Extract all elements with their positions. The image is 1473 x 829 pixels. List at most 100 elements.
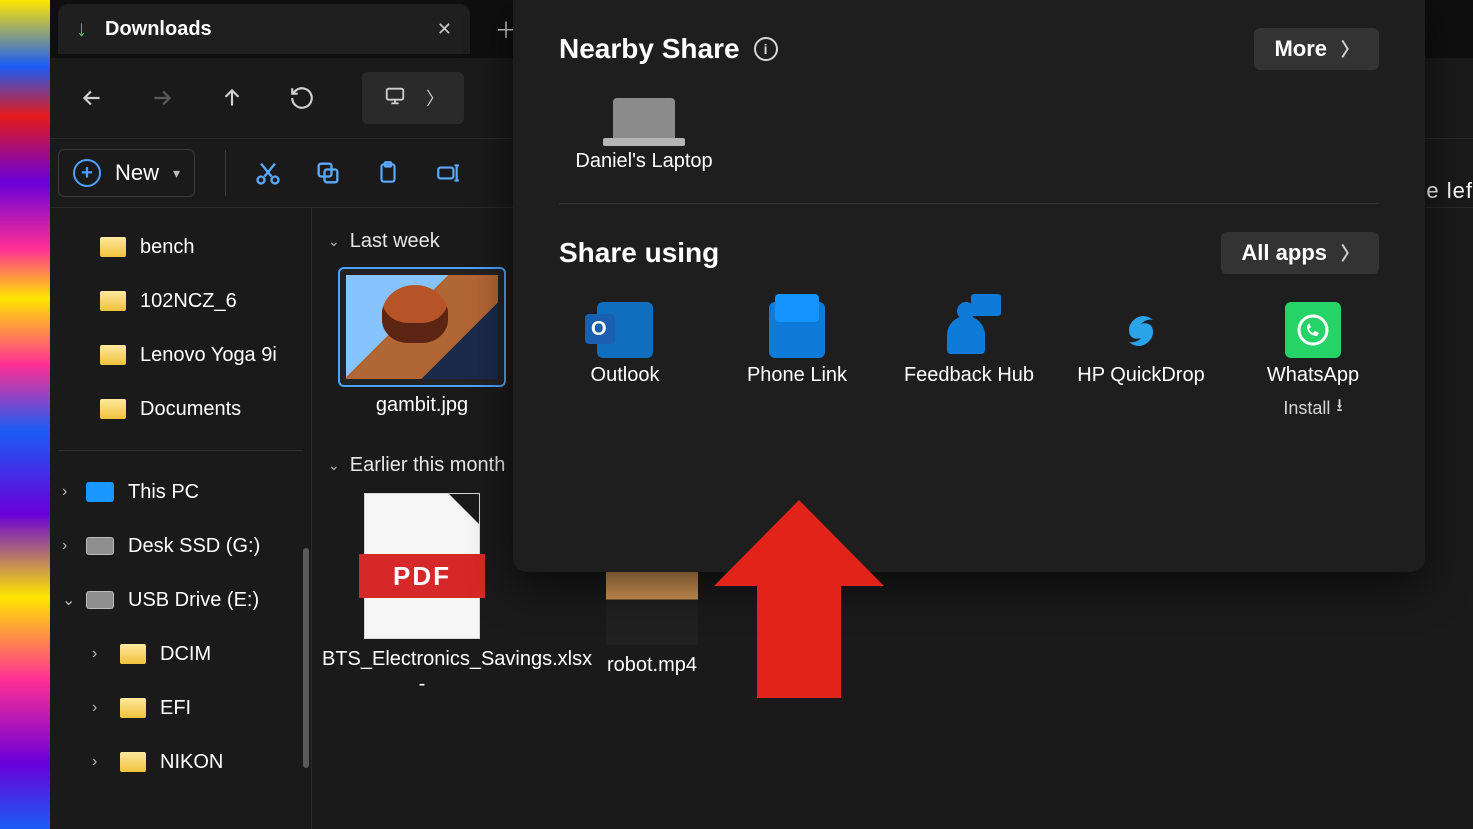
sidebar-item-label: DCIM bbox=[160, 643, 211, 666]
outlook-icon bbox=[597, 302, 653, 358]
drive-icon bbox=[86, 591, 114, 609]
app-label: HP QuickDrop bbox=[1077, 364, 1204, 387]
scrollbar-thumb[interactable] bbox=[303, 548, 309, 768]
new-button[interactable]: + New ▾ bbox=[58, 149, 195, 197]
hp-quickdrop-icon bbox=[1113, 302, 1169, 358]
file-item[interactable]: PDFBTS_Electronics_Savings.xlsx - bbox=[322, 493, 522, 697]
sidebar-item-label: USB Drive (E:) bbox=[128, 589, 259, 612]
sidebar-item-folder[interactable]: › NIKON bbox=[50, 735, 311, 789]
group-header-label: Last week bbox=[350, 230, 440, 253]
separator bbox=[58, 450, 303, 451]
sidebar-item-label: bench bbox=[140, 236, 195, 259]
address-bar[interactable]: 〉 bbox=[362, 72, 464, 124]
chevron-down-icon: ⌄ bbox=[328, 457, 340, 474]
nearby-share-section: Nearby Share i More 〉 Daniel's Laptop bbox=[559, 0, 1379, 203]
share-app-phone[interactable]: Phone Link bbox=[731, 302, 863, 423]
sidebar-item-drive[interactable]: ⌄ USB Drive (E:) bbox=[50, 573, 311, 627]
refresh-button[interactable] bbox=[272, 73, 332, 123]
expand-icon[interactable]: ⌄ bbox=[62, 590, 75, 610]
folder-icon bbox=[100, 399, 126, 419]
all-apps-button[interactable]: All apps 〉 bbox=[1221, 232, 1379, 274]
sidebar-item-label: EFI bbox=[160, 697, 191, 720]
sidebar-item-folder[interactable]: › EFI bbox=[50, 681, 311, 735]
chevron-right-icon: 〉 bbox=[1341, 36, 1359, 62]
drive-icon bbox=[86, 537, 114, 555]
plus-icon: + bbox=[73, 159, 101, 187]
close-icon[interactable]: ✕ bbox=[437, 19, 452, 40]
folder-icon bbox=[100, 345, 126, 365]
expand-icon[interactable]: › bbox=[92, 699, 97, 717]
sidebar-item-label: 102NCZ_6 bbox=[140, 290, 237, 313]
folder-icon bbox=[120, 752, 146, 772]
phone-link-icon bbox=[769, 302, 825, 358]
tab-downloads[interactable]: ↓ Downloads ✕ bbox=[58, 4, 470, 54]
feedback-hub-icon bbox=[941, 302, 997, 358]
sidebar-item-folder[interactable]: › DCIM bbox=[50, 627, 311, 681]
sidebar-item-folder[interactable]: bench bbox=[50, 220, 311, 274]
all-apps-label: All apps bbox=[1241, 240, 1327, 266]
truncated-text: e lef bbox=[1426, 178, 1473, 204]
sidebar-item-drive[interactable]: › Desk SSD (G:) bbox=[50, 519, 311, 573]
share-app-hp[interactable]: HP QuickDrop bbox=[1075, 302, 1207, 423]
share-using-title: Share using bbox=[559, 237, 719, 269]
sidebar-item-label: Desk SSD (G:) bbox=[128, 535, 260, 558]
share-app-feedback[interactable]: Feedback Hub bbox=[903, 302, 1035, 423]
download-icon: ↓ bbox=[76, 16, 87, 42]
expand-icon[interactable]: › bbox=[92, 753, 97, 771]
copy-button[interactable] bbox=[298, 148, 358, 198]
sidebar-item-folder[interactable]: Lenovo Yoga 9i bbox=[50, 328, 311, 382]
app-label: WhatsApp bbox=[1267, 364, 1359, 387]
chevron-right-icon: 〉 bbox=[1341, 240, 1359, 266]
folder-icon bbox=[100, 237, 126, 257]
sidebar-item-label: Lenovo Yoga 9i bbox=[140, 344, 277, 367]
expand-icon[interactable]: › bbox=[62, 483, 67, 501]
rename-button[interactable] bbox=[418, 148, 478, 198]
sidebar-item-label: Documents bbox=[140, 398, 241, 421]
image-thumbnail bbox=[346, 275, 498, 379]
sidebar-item-folder[interactable]: Documents bbox=[50, 382, 311, 436]
file-label: robot.mp4 bbox=[607, 653, 697, 678]
sidebar-item-folder[interactable]: 102NCZ_6 bbox=[50, 274, 311, 328]
group-header-label: Earlier this month bbox=[350, 454, 506, 477]
more-label: More bbox=[1274, 36, 1327, 62]
download-icon: ⭳ bbox=[1336, 393, 1342, 423]
expand-icon[interactable]: › bbox=[62, 537, 67, 555]
info-icon[interactable]: i bbox=[754, 37, 778, 61]
paste-button[interactable] bbox=[358, 148, 418, 198]
up-button[interactable] bbox=[202, 73, 262, 123]
share-app-whatsapp[interactable]: WhatsAppInstall ⭳ bbox=[1247, 302, 1379, 423]
nearby-device[interactable]: Daniel's Laptop bbox=[559, 98, 729, 173]
share-app-outlook[interactable]: Outlook bbox=[559, 302, 691, 423]
laptop-icon bbox=[613, 98, 675, 138]
back-button[interactable] bbox=[62, 73, 122, 123]
expand-icon[interactable]: › bbox=[92, 645, 97, 663]
cut-button[interactable] bbox=[238, 148, 298, 198]
tab-title: Downloads bbox=[105, 18, 437, 41]
sidebar-item-label: This PC bbox=[128, 481, 199, 504]
pc-icon bbox=[86, 482, 114, 502]
folder-icon bbox=[100, 291, 126, 311]
file-item[interactable]: gambit.jpg bbox=[322, 269, 522, 418]
sidebar-item-label: NIKON bbox=[160, 751, 223, 774]
share-using-section: Share using All apps 〉 Outlook Phone Link… bbox=[559, 203, 1379, 453]
app-label: Outlook bbox=[591, 364, 660, 387]
device-label: Daniel's Laptop bbox=[575, 150, 712, 173]
navigation-sidebar: bench 102NCZ_6 Lenovo Yoga 9i Documents › Th… bbox=[50, 208, 312, 829]
sidebar-item-drive[interactable]: › This PC bbox=[50, 465, 311, 519]
app-label: Phone Link bbox=[747, 364, 847, 387]
file-label: gambit.jpg bbox=[376, 393, 468, 418]
chevron-down-icon: ▾ bbox=[173, 165, 180, 182]
nearby-share-title: Nearby Share bbox=[559, 33, 740, 65]
more-button[interactable]: More 〉 bbox=[1254, 28, 1379, 70]
chevron-down-icon: ⌄ bbox=[328, 233, 340, 250]
app-label: Feedback Hub bbox=[904, 364, 1034, 387]
whatsapp-icon bbox=[1285, 302, 1341, 358]
share-dialog: Nearby Share i More 〉 Daniel's Laptop Sh… bbox=[513, 0, 1425, 572]
folder-icon bbox=[120, 644, 146, 664]
desktop-wallpaper bbox=[0, 0, 50, 829]
monitor-icon bbox=[382, 85, 408, 112]
folder-icon bbox=[120, 698, 146, 718]
chevron-right-icon[interactable]: 〉 bbox=[426, 85, 444, 111]
forward-button[interactable] bbox=[132, 73, 192, 123]
file-label: BTS_Electronics_Savings.xlsx - bbox=[322, 647, 522, 697]
